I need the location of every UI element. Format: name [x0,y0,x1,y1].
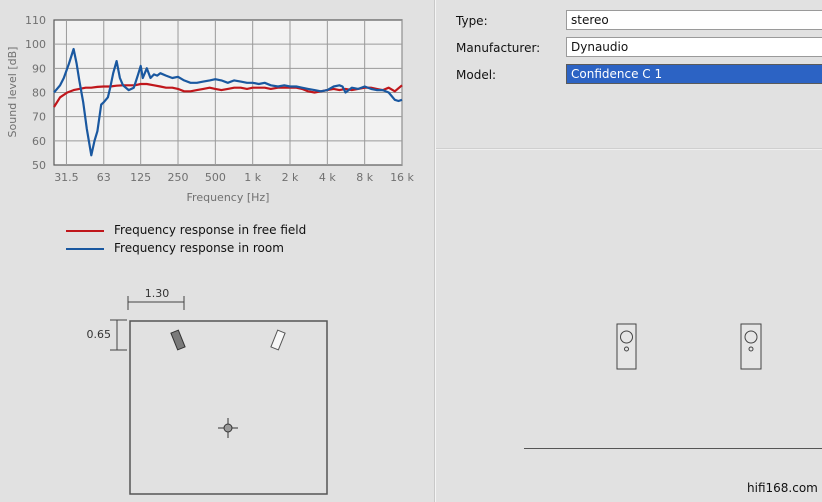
room-outline [129,320,328,495]
listener-position-icon [218,418,238,438]
type-field[interactable]: stereo [566,10,822,30]
site-watermark: hifi168.com [747,481,818,495]
chart-y-tick-label: 100 [25,38,46,51]
manufacturer-field[interactable]: Dynaudio [566,37,822,57]
chart-y-tick-label: 50 [32,159,46,172]
frequency-response-chart: 31.5 63 125 250 500 1 k 2 k 4 k 8 k 16 k 50 60 70 80… [6,14,415,204]
legend-free-field-swatch [66,230,104,232]
chart-x-axis-label: Frequency [Hz] [187,191,270,204]
chart-x-tick-label: 125 [130,171,151,184]
legend-free-field-label: Frequency response in free field [114,223,307,237]
chart-x-tick-label: 250 [168,171,189,184]
chart-x-ticks: 31.5 63 125 250 500 1 k 2 k 4 k 8 k 16 k [54,171,414,184]
chart-x-tick-label: 63 [97,171,111,184]
left-speaker-front-icon [616,323,637,370]
chart-x-tick-label: 8 k [356,171,373,184]
model-label: Model: [456,68,497,82]
chart-y-tick-label: 90 [32,62,46,75]
type-label: Type: [456,14,488,28]
chart-x-tick-label: 500 [205,171,226,184]
chart-x-tick-label: 31.5 [54,171,79,184]
room-layout-diagram: 1.30 0.65 [87,287,328,495]
room-depth-label: 0.65 [87,328,112,341]
chart-y-tick-label: 70 [32,111,46,124]
chart-x-tick-label: 4 k [319,171,336,184]
room-width-label: 1.30 [145,287,170,300]
chart-x-tick-label: 16 k [390,171,414,184]
legend-room-swatch [66,248,104,250]
left-speaker-icon [170,329,186,351]
manufacturer-label: Manufacturer: [456,41,541,55]
chart-y-axis-label: Sound level [dB] [6,47,19,138]
chart-x-tick-label: 2 k [282,171,299,184]
panel-divider [434,0,436,502]
section-separator [436,148,822,150]
chart-x-tick-label: 1 k [244,171,261,184]
right-speaker-icon [270,329,286,351]
legend-room-label: Frequency response in room [114,241,284,255]
right-speaker-front-icon [740,323,762,370]
chart-y-tick-label: 80 [32,87,46,100]
chart-y-ticks: 50 60 70 80 90 100 110 [25,14,46,172]
speaker-front-view [616,323,762,370]
model-field[interactable]: Confidence C 1 [566,64,822,84]
chart-y-tick-label: 60 [32,135,46,148]
floor-line [524,448,822,449]
chart-y-tick-label: 110 [25,14,46,27]
